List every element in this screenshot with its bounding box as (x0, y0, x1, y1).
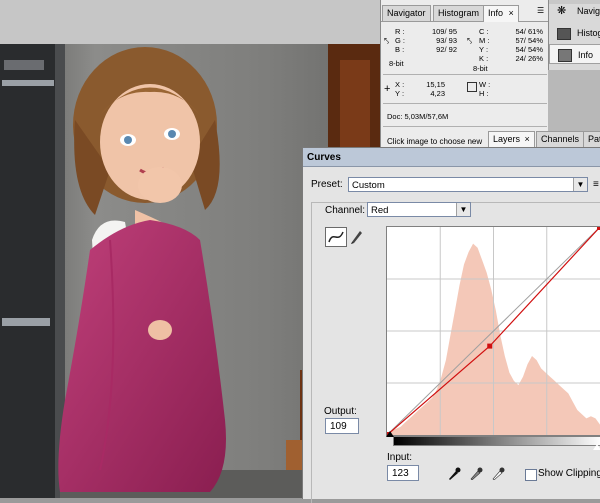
channel-select[interactable]: Red ▼ (367, 202, 471, 217)
tab-navigator-label: Navigator (387, 8, 426, 18)
cmyk-y-value: 54/ 54% (515, 45, 543, 54)
rgb-g-value: 93/ 93 (436, 36, 457, 45)
w-label: W : (479, 80, 491, 89)
cmyk-m-label: M : (479, 36, 490, 45)
dock-item-navigator-label: Navigat (577, 6, 600, 16)
tab-layers-label: Layers (493, 134, 521, 144)
curve-graph-canvas (385, 226, 600, 436)
input-value: 123 (392, 468, 409, 479)
curve-control-point (487, 343, 493, 349)
rgb-r-label: R : (395, 27, 405, 36)
preset-value: Custom (352, 180, 385, 191)
cmyk-c-value: 54/ 61% (515, 27, 543, 36)
gray-eyedropper-button[interactable] (469, 466, 483, 481)
dock-item-histogram-label: Histog (577, 28, 600, 38)
input-field[interactable]: 123 (387, 465, 419, 481)
rgb-b-value: 92/ 92 (436, 45, 457, 54)
chevron-down-icon: ▼ (456, 203, 470, 216)
show-clipping-checkbox[interactable] (525, 469, 537, 481)
histogram-icon (557, 28, 571, 40)
chevron-down-icon: ▼ (573, 178, 587, 191)
curves-title: Curves (307, 152, 341, 163)
navigator-icon: ❋ (557, 5, 567, 17)
curve-graph[interactable] (385, 226, 600, 436)
divider (383, 126, 547, 127)
panel-menu-icon[interactable]: ☰ (537, 6, 547, 16)
tab-close-icon[interactable]: × (525, 134, 530, 144)
tab-info[interactable]: Info × (483, 5, 519, 22)
pencil-draw-button[interactable] (348, 227, 364, 245)
dock-empty-area (548, 70, 600, 132)
output-label: Output: (324, 406, 357, 417)
cmyk-bit-depth: 8-bit (473, 64, 488, 73)
dock-item-histogram[interactable]: Histog (549, 23, 600, 43)
eyedropper-white-icon (492, 467, 505, 481)
info-hint: Click image to choose new (387, 137, 483, 146)
input-gradient-bar (393, 436, 600, 446)
rgb-b-label: B : (395, 45, 405, 54)
preset-select[interactable]: Custom ▼ (348, 177, 588, 192)
tab-channels-label: Channels (541, 134, 580, 144)
info-panel-tabs: Navigator Histogram Info × (381, 5, 549, 22)
preset-label: Preset: (311, 179, 343, 190)
rgb-bit-depth: 8-bit (389, 59, 404, 68)
eyedropper-icon: ⤣ (384, 36, 390, 46)
black-eyedropper-button[interactable] (447, 466, 461, 480)
cmyk-k-value: 24/ 26% (515, 54, 543, 63)
black-point-slider[interactable] (386, 431, 394, 437)
doc-size: Doc: 5,03M/57,6M (387, 112, 449, 121)
show-clipping-label: Show Clipping (538, 468, 600, 479)
collapsed-panel-dock: ❋ Navigat Histog Info (548, 0, 600, 70)
selection-size-icon (467, 82, 477, 92)
pencil-icon (351, 231, 362, 244)
h-label: H : (479, 89, 489, 98)
input-label: Input: (387, 452, 413, 463)
curve-edit-points-button[interactable] (325, 227, 347, 247)
rgb-g-label: G : (395, 36, 406, 45)
crosshair-icon: + (384, 83, 391, 95)
cmyk-m-value: 57/ 54% (515, 36, 543, 45)
cmyk-y-label: Y : (479, 45, 489, 54)
tab-histogram-label: Histogram (438, 8, 480, 18)
tab-paths[interactable]: Pat (583, 131, 600, 147)
eyedropper-cmyk-icon: ⤣ (467, 36, 473, 46)
dock-item-info[interactable]: Info (549, 44, 600, 64)
info-panel: Navigator Histogram Info × ☰ R : 109/ 95… (380, 0, 549, 150)
dock-item-navigator[interactable]: ❋ Navigat (549, 1, 600, 21)
output-value: 109 (330, 421, 347, 432)
tab-layers[interactable]: Layers × (488, 131, 535, 148)
white-eyedropper-button[interactable] (491, 466, 505, 481)
tab-paths-label: Pat (588, 134, 600, 144)
output-field[interactable]: 109 (325, 418, 359, 434)
dock-item-info-label: Info (578, 50, 594, 60)
tab-close-icon[interactable]: × (509, 8, 514, 18)
curve-tool-icon (328, 231, 344, 243)
layers-panel-tabs: Layers × Channels Pat (488, 131, 600, 148)
eyedropper-gray-icon (470, 467, 483, 481)
tab-info-label: Info (488, 8, 504, 18)
curves-dialog: Curves Preset: Custom ▼ ≡ Channel: Red ▼… (302, 147, 600, 503)
white-point-slider[interactable] (593, 444, 600, 450)
tab-navigator[interactable]: Navigator (382, 5, 431, 21)
y-value: 4,23 (430, 89, 445, 98)
tab-channels[interactable]: Channels (536, 131, 585, 147)
channel-value: Red (371, 205, 389, 216)
x-label: X : (395, 80, 405, 89)
curves-title-bar[interactable]: Curves (303, 148, 600, 167)
cmyk-c-label: C : (479, 27, 489, 36)
rgb-r-value: 109/ 95 (431, 27, 457, 36)
preset-options-icon[interactable]: ≡ (593, 179, 599, 190)
x-value: 15,15 (426, 80, 445, 89)
tab-histogram[interactable]: Histogram (433, 5, 485, 21)
info-icon (558, 49, 572, 62)
y-label: Y : (395, 89, 405, 98)
divider (383, 74, 547, 75)
divider (383, 103, 547, 104)
cmyk-k-label: K : (479, 54, 489, 63)
eyedropper-black-icon (449, 467, 461, 480)
